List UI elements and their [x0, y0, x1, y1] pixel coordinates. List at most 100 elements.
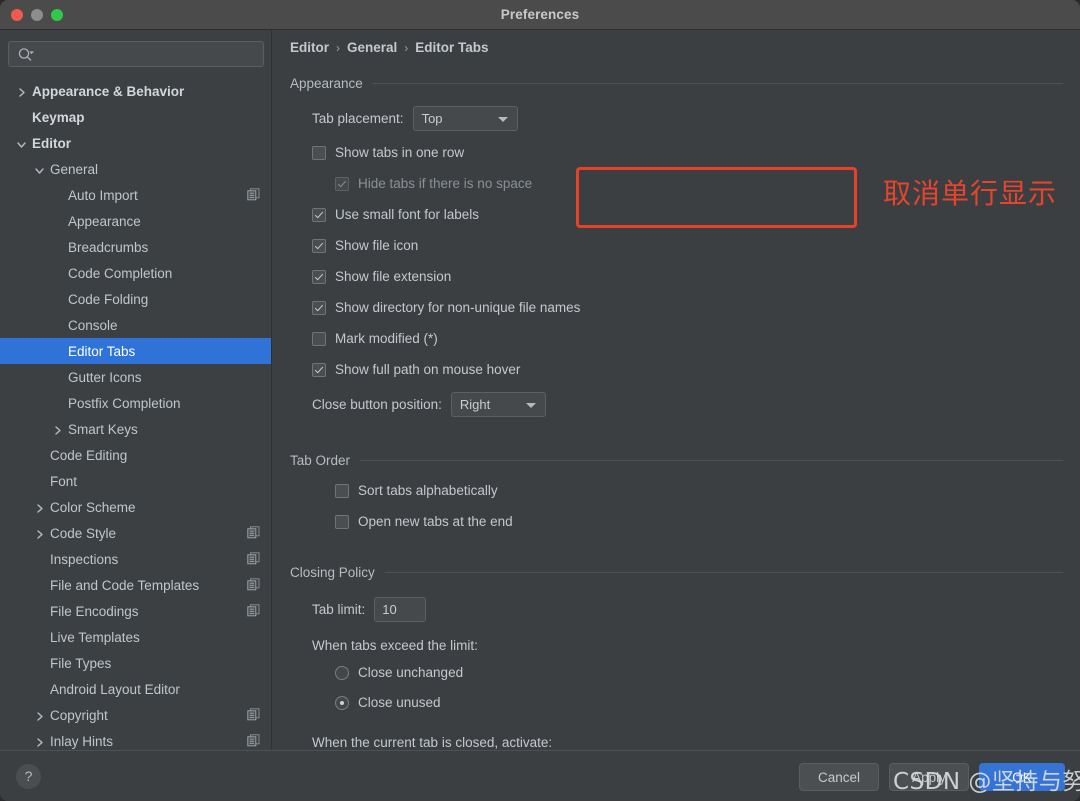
checkbox-label: Show tabs in one row: [335, 145, 465, 160]
sidebar-item-label: General: [50, 161, 99, 177]
sidebar-item-appearance-behavior[interactable]: Appearance & Behavior: [0, 78, 271, 104]
annotation-highlight-box: [576, 167, 857, 228]
checkbox-mark-modified[interactable]: [312, 331, 326, 346]
tab-limit-value: 10: [382, 602, 397, 617]
copy-settings-icon[interactable]: [247, 604, 260, 620]
sidebar-item-label: Auto Import: [68, 187, 138, 203]
activate-after-close-label: When the current tab is closed, activate…: [312, 735, 553, 750]
sidebar-item-general[interactable]: General: [0, 156, 271, 182]
sidebar-item-console[interactable]: Console: [0, 312, 271, 338]
divider: [384, 572, 1063, 573]
cancel-button[interactable]: Cancel: [799, 763, 879, 791]
checkbox-show-full-path-on-mouse-hover[interactable]: [312, 362, 326, 377]
checkbox-show-file-extension[interactable]: [312, 269, 326, 284]
copy-settings-icon[interactable]: [247, 734, 260, 750]
chevron-right-icon[interactable]: [34, 528, 45, 539]
sidebar-item-breadcrumbs[interactable]: Breadcrumbs: [0, 234, 271, 260]
copy-settings-icon[interactable]: [247, 708, 260, 724]
sidebar-item-inspections[interactable]: Inspections: [0, 546, 271, 572]
close-button-position-label: Close button position:: [312, 397, 442, 412]
sidebar-item-keymap[interactable]: Keymap: [0, 104, 271, 130]
appearance-group-header: Appearance: [290, 76, 1063, 91]
checkbox-show-directory-for-non-unique-file-names[interactable]: [312, 300, 326, 315]
sidebar-item-editor[interactable]: Editor: [0, 130, 271, 156]
sidebar-item-label: File Types: [50, 655, 112, 671]
sidebar-item-code-completion[interactable]: Code Completion: [0, 260, 271, 286]
appearance-checkbox-row[interactable]: Hide tabs if there is no space: [335, 176, 532, 191]
appearance-checkbox-row[interactable]: Use small font for labels: [312, 207, 479, 222]
sidebar-item-code-folding[interactable]: Code Folding: [0, 286, 271, 312]
sidebar-item-auto-import[interactable]: Auto Import: [0, 182, 271, 208]
sidebar-item-inlay-hints[interactable]: Inlay Hints: [0, 728, 271, 750]
copy-settings-icon[interactable]: [247, 578, 260, 594]
sidebar-item-android-layout-editor[interactable]: Android Layout Editor: [0, 676, 271, 702]
checkbox-show-file-icon[interactable]: [312, 238, 326, 253]
sidebar-item-smart-keys[interactable]: Smart Keys: [0, 416, 271, 442]
checkbox-show-tabs-in-one-row[interactable]: [312, 145, 326, 160]
chevron-down-icon[interactable]: [16, 138, 27, 149]
appearance-group-title: Appearance: [290, 76, 363, 91]
sidebar-item-label: Console: [68, 317, 118, 333]
tab-limit-row: Tab limit: 10: [312, 597, 427, 622]
checkbox-label: Show full path on mouse hover: [335, 362, 521, 377]
chevron-right-icon[interactable]: [52, 424, 63, 435]
tab-order-checkbox-row[interactable]: Open new tabs at the end: [335, 514, 513, 529]
sidebar-item-appearance[interactable]: Appearance: [0, 208, 271, 234]
checkbox-use-small-font-for-labels[interactable]: [312, 207, 326, 222]
sidebar-item-file-types[interactable]: File Types: [0, 650, 271, 676]
search-box[interactable]: [8, 41, 264, 67]
appearance-checkbox-row[interactable]: Show file icon: [312, 238, 418, 253]
sidebar-item-label: Color Scheme: [50, 499, 136, 515]
sidebar-item-font[interactable]: Font: [0, 468, 271, 494]
appearance-checkbox-row[interactable]: Show file extension: [312, 269, 451, 284]
checkbox-hide-tabs-if-there-is-no-space[interactable]: [335, 176, 349, 191]
tab-limit-input[interactable]: 10: [374, 597, 427, 622]
sidebar-item-file-and-code-templates[interactable]: File and Code Templates: [0, 572, 271, 598]
sidebar-item-label: Editor Tabs: [68, 343, 136, 359]
breadcrumb-item-editor[interactable]: Editor: [290, 40, 329, 55]
appearance-checkbox-row[interactable]: Show full path on mouse hover: [312, 362, 520, 377]
sidebar-item-file-encodings[interactable]: File Encodings: [0, 598, 271, 624]
sidebar-item-code-style[interactable]: Code Style: [0, 520, 271, 546]
tab-order-checkbox-row[interactable]: Sort tabs alphabetically: [335, 483, 498, 498]
chevron-right-icon: ›: [404, 40, 409, 55]
breadcrumb-item-general[interactable]: General: [347, 40, 397, 55]
help-button[interactable]: ?: [16, 764, 41, 789]
appearance-checkbox-row[interactable]: Show directory for non-unique file names: [312, 300, 580, 315]
tab-placement-select[interactable]: Top: [412, 106, 518, 131]
sidebar-item-code-editing[interactable]: Code Editing: [0, 442, 271, 468]
checkbox-sort-tabs-alphabetically[interactable]: [335, 483, 349, 498]
close-button-position-select[interactable]: Right: [450, 392, 546, 417]
appearance-checkbox-row[interactable]: Mark modified (*): [312, 331, 438, 346]
sidebar-item-label: Gutter Icons: [68, 369, 142, 385]
watermark: CSDN @坚持与努力: [893, 769, 1080, 795]
sidebar-item-label: Appearance & Behavior: [32, 83, 185, 99]
sidebar-item-label: File Encodings: [50, 603, 139, 619]
chevron-right-icon: ›: [336, 40, 340, 55]
sidebar-item-live-templates[interactable]: Live Templates: [0, 624, 271, 650]
radio-row[interactable]: Close unchanged: [335, 665, 463, 680]
sidebar-item-color-scheme[interactable]: Color Scheme: [0, 494, 271, 520]
chevron-right-icon[interactable]: [34, 502, 45, 513]
appearance-checkbox-row[interactable]: Show tabs in one row: [312, 145, 464, 160]
chevron-right-icon[interactable]: [34, 736, 45, 747]
radio-close-unchanged[interactable]: [335, 665, 349, 680]
radio-close-unused[interactable]: [335, 695, 349, 710]
copy-settings-icon[interactable]: [247, 188, 260, 204]
sidebar-item-editor-tabs[interactable]: Editor Tabs: [0, 338, 271, 364]
window-title: Preferences: [500, 7, 580, 22]
radio-label: Close unused: [358, 695, 441, 710]
copy-settings-icon[interactable]: [247, 552, 260, 568]
chevron-right-icon[interactable]: [16, 86, 27, 97]
sidebar-item-postfix-completion[interactable]: Postfix Completion: [0, 390, 271, 416]
annotation-text: 取消单行显示: [883, 177, 1058, 210]
chevron-down-icon[interactable]: [34, 164, 45, 175]
copy-settings-icon[interactable]: [247, 526, 260, 542]
sidebar-item-gutter-icons[interactable]: Gutter Icons: [0, 364, 271, 390]
checkbox-open-new-tabs-at-the-end[interactable]: [335, 514, 349, 529]
search-input[interactable]: [41, 42, 259, 66]
radio-row[interactable]: Close unused: [335, 695, 441, 710]
sidebar-item-copyright[interactable]: Copyright: [0, 702, 271, 728]
chevron-right-icon[interactable]: [34, 710, 45, 721]
sidebar-item-label: Code Folding: [68, 291, 149, 307]
